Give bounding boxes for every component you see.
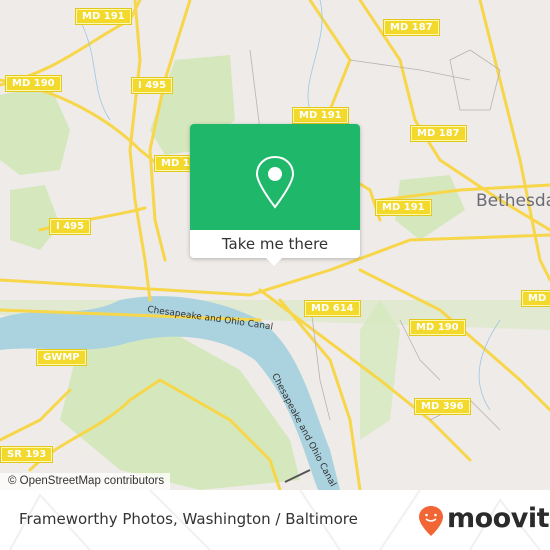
- road-label: MD 190: [409, 319, 466, 336]
- map[interactable]: MD 191 MD 187 MD 190 I 495 MD 191 MD 187…: [0, 0, 550, 490]
- road-label: MD 396: [414, 398, 471, 415]
- map-attribution[interactable]: © OpenStreetMap contributors: [0, 473, 171, 490]
- road-label: MD 187: [410, 125, 467, 142]
- popup-pointer: [266, 258, 282, 266]
- footer: Frameworthy Photos, Washington / Baltimo…: [0, 490, 550, 550]
- moovit-wordmark: moovit: [447, 503, 550, 534]
- map-pin-icon: [255, 155, 295, 209]
- road-label: MD 190: [5, 75, 62, 92]
- road-label: MD 187: [383, 19, 440, 36]
- road-label: MD 191: [292, 107, 349, 124]
- road-label: SR 193: [0, 446, 54, 463]
- moovit-pin-icon: [419, 506, 443, 536]
- road-label: I 495: [130, 77, 174, 94]
- place-label-bethesda: Bethesda: [476, 191, 550, 211]
- take-me-there-button[interactable]: Take me there: [190, 230, 360, 258]
- road-label: MD 191: [75, 8, 132, 25]
- road-label: MD 191: [375, 199, 432, 216]
- location-popup[interactable]: Take me there: [190, 124, 360, 266]
- park-area: [10, 185, 60, 250]
- road-label: I 495: [48, 218, 92, 235]
- road-label: MD 614: [304, 300, 361, 317]
- location-title: Frameworthy Photos, Washington / Baltimo…: [19, 510, 358, 528]
- road-label: GWMP: [36, 349, 87, 366]
- road-label: MD 3: [521, 290, 550, 307]
- popup-header[interactable]: [190, 124, 360, 230]
